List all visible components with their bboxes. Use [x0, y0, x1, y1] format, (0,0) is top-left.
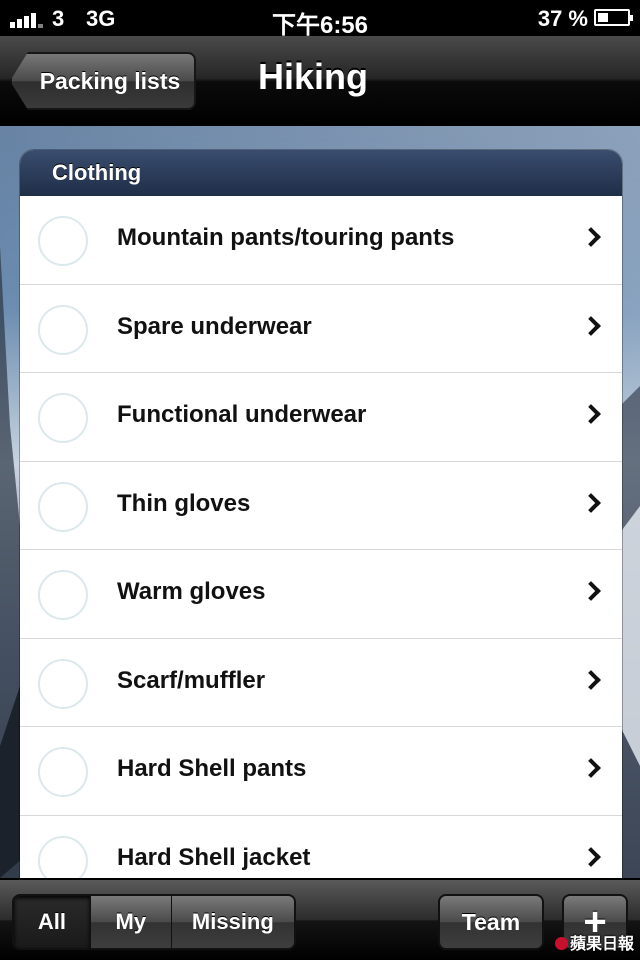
section-header-clothing: Clothing: [20, 150, 622, 196]
filter-my[interactable]: My: [90, 896, 172, 948]
list-item[interactable]: Scarf/muffler: [20, 638, 622, 727]
filter-all[interactable]: All: [14, 896, 91, 948]
list-item[interactable]: Functional underwear: [20, 373, 622, 462]
item-label: Thin gloves: [117, 489, 251, 517]
list-item[interactable]: Thin gloves: [20, 461, 622, 550]
list-item[interactable]: Hard Shell jacket: [20, 815, 622, 880]
team-button[interactable]: Team: [438, 894, 544, 950]
item-list: Mountain pants/touring pants Spare underw…: [20, 196, 622, 880]
chevron-right-icon[interactable]: [581, 581, 601, 601]
filter-missing[interactable]: Missing: [171, 896, 294, 948]
checkbox-circle-icon[interactable]: [38, 481, 88, 532]
chevron-right-icon[interactable]: [581, 227, 601, 247]
item-label: Mountain pants/touring pants: [117, 224, 455, 251]
item-label: Hard Shell pants: [117, 755, 307, 782]
chevron-right-icon[interactable]: [581, 492, 601, 513]
item-label: Hard Shell jacket: [117, 843, 311, 871]
bottom-toolbar: All My Missing Team + 蘋果日報: [0, 878, 640, 960]
chevron-right-icon[interactable]: [581, 315, 601, 336]
item-label: Scarf/muffler: [117, 666, 266, 694]
checkbox-circle-icon[interactable]: [38, 393, 88, 443]
checkbox-circle-icon[interactable]: [38, 747, 88, 797]
checkbox-circle-icon[interactable]: [38, 570, 88, 620]
battery-percent: 37 %: [537, 6, 588, 31]
list-item[interactable]: Hard Shell pants: [20, 727, 622, 816]
list-item[interactable]: Spare underwear: [20, 284, 622, 373]
apple-logo-icon: [554, 937, 568, 950]
chevron-right-icon[interactable]: [581, 846, 601, 867]
checkbox-circle-icon[interactable]: [38, 216, 88, 266]
chevron-right-icon[interactable]: [581, 404, 601, 424]
packing-list-card: Clothing Mountain pants/touring pants Spa…: [20, 150, 622, 880]
filter-segmented-control: All My Missing: [12, 894, 296, 950]
checkbox-circle-icon[interactable]: [38, 835, 88, 880]
item-label: Warm gloves: [117, 578, 266, 605]
watermark: 蘋果日報: [554, 930, 634, 954]
page-title: Hiking: [258, 56, 369, 97]
battery-icon: [594, 9, 633, 26]
item-label: Spare underwear: [117, 312, 312, 340]
watermark-text: 蘋果日報: [569, 936, 634, 953]
item-label: Functional underwear: [117, 401, 367, 428]
list-item[interactable]: Warm gloves: [20, 550, 622, 639]
navigation-bar: Packing lists Hiking: [0, 36, 640, 126]
list-item[interactable]: Mountain pants/touring pants: [20, 196, 622, 285]
back-button-packing-lists[interactable]: Packing lists: [10, 52, 196, 110]
chevron-right-icon[interactable]: [581, 758, 601, 778]
chevron-right-icon[interactable]: [581, 669, 601, 690]
checkbox-circle-icon[interactable]: [38, 304, 88, 355]
status-bar: 3 3G 下午6:56 37 %: [0, 0, 640, 39]
checkbox-circle-icon[interactable]: [38, 658, 88, 709]
